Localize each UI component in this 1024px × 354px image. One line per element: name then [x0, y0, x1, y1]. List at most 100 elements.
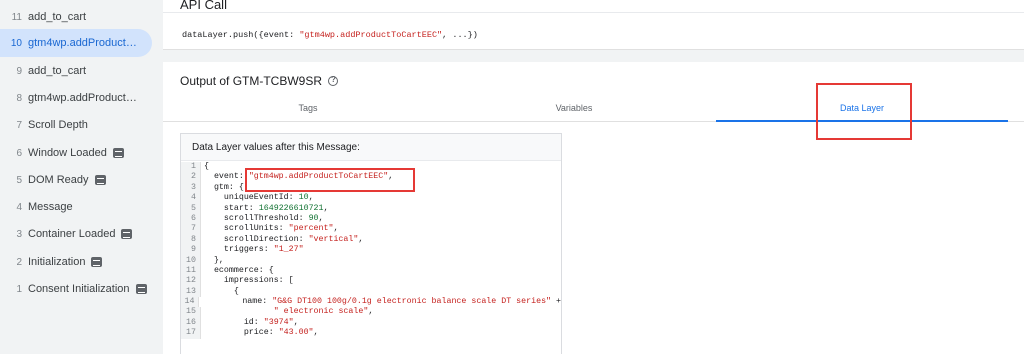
- line-content: name: "G&G DT100 100g/0.1g electronic ba…: [199, 297, 561, 307]
- gtm-tag-icon: [121, 229, 133, 239]
- api-call-code: dataLayer.push({event: "gtm4wp.addProduc…: [182, 30, 478, 40]
- code-token: ,: [293, 317, 299, 327]
- api-call-title: API Call: [180, 0, 227, 12]
- event-label: gtm4wp.addProductTo...: [28, 37, 140, 49]
- line-content: ecommerce: {: [201, 266, 274, 276]
- sidebar-item-event[interactable]: 5 DOM Ready: [0, 166, 152, 194]
- event-number: 3: [16, 228, 22, 240]
- code-token: },: [204, 255, 224, 265]
- line-number: 15: [181, 307, 201, 318]
- code-token: 1649226610721: [258, 203, 324, 213]
- code-token: "43.00": [278, 328, 314, 338]
- event-number: 4: [16, 201, 22, 213]
- data-layer-tab-highlight-box: [816, 83, 912, 140]
- api-call-card: API Call dataLayer.push({event: "gtm4wp.…: [163, 0, 1024, 50]
- code-token: ,: [308, 193, 314, 203]
- event-number: 9: [16, 65, 22, 77]
- event-label: Message: [28, 201, 73, 213]
- line-number: 16: [181, 317, 201, 329]
- line-content: {: [201, 162, 209, 172]
- code-token: "vertical": [308, 234, 359, 244]
- code-token: uniqueEventId:: [204, 193, 299, 203]
- event-number: 8: [16, 92, 22, 104]
- gtm-tag-icon: [91, 257, 103, 267]
- code-token: ,: [358, 234, 364, 244]
- line-number: 6: [181, 213, 201, 225]
- code-line: 4 uniqueEventId: 10,: [181, 193, 561, 204]
- line-content: triggers: "1_27": [201, 245, 304, 255]
- line-number: 1: [181, 162, 201, 173]
- output-card: Output of GTM-TCBW9SR Tags Variables Dat…: [163, 62, 1024, 354]
- code-token: ,: [313, 328, 319, 338]
- sidebar-item-event[interactable]: 9 add_to_cart: [0, 57, 152, 85]
- api-code-event-string: "gtm4wp.addProductToCartEEC": [299, 30, 443, 40]
- output-title-text: Output of GTM-TCBW9SR: [180, 74, 323, 88]
- line-content: uniqueEventId: 10,: [201, 193, 314, 203]
- gtm-tag-icon: [112, 148, 124, 158]
- code-line: 6 scrollThreshold: 90,: [181, 213, 561, 225]
- code-token: event:: [204, 172, 249, 182]
- line-content: impressions: [: [201, 276, 294, 286]
- code-line: 8 scrollDirection: "vertical",: [181, 234, 561, 246]
- sidebar-item-event[interactable]: 7 Scroll Depth: [0, 111, 152, 139]
- sidebar-item-event[interactable]: 2 Initialization: [0, 248, 152, 276]
- event-label: Consent Initialization: [28, 283, 130, 295]
- event-label: Scroll Depth: [28, 119, 88, 131]
- code-token: ecommerce: {: [204, 265, 274, 275]
- sidebar-item-event[interactable]: 1 Consent Initialization: [0, 275, 152, 303]
- code-token: name:: [202, 297, 273, 307]
- code-token: "1_27": [273, 245, 304, 255]
- event-label: Container Loaded: [28, 228, 116, 240]
- sidebar-item-event[interactable]: 8 gtm4wp.addProductTo...: [0, 84, 152, 112]
- code-token: scrollDirection:: [204, 234, 309, 244]
- sidebar-item-event[interactable]: 4 Message: [0, 193, 152, 221]
- code-token: 10: [298, 193, 309, 203]
- code-line: 17 price: "43.00",: [181, 328, 561, 339]
- tab-tags[interactable]: Tags: [163, 94, 453, 122]
- line-content: scrollThreshold: 90,: [201, 214, 324, 224]
- output-title: Output of GTM-TCBW9SR: [180, 74, 339, 88]
- event-label: add_to_cart: [28, 11, 87, 23]
- line-number: 4: [181, 193, 201, 204]
- event-value-highlight-box: [245, 168, 415, 192]
- main-panel: API Call dataLayer.push({event: "gtm4wp.…: [160, 0, 1024, 354]
- line-number: 11: [181, 265, 201, 277]
- line-number: 12: [181, 276, 201, 287]
- sidebar-item-event[interactable]: 11 add_to_cart: [0, 3, 152, 31]
- sidebar-item-event[interactable]: 6 Window Loaded: [0, 139, 152, 167]
- code-line: 14 name: "G&G DT100 100g/0.1g electronic…: [181, 297, 561, 308]
- line-number: 14: [181, 297, 200, 308]
- tab-variables[interactable]: Variables: [429, 94, 719, 122]
- code-line: 9 triggers: "1_27": [181, 245, 561, 256]
- code-token: "3974": [263, 317, 294, 327]
- event-number: 5: [16, 174, 22, 186]
- sidebar-item-event[interactable]: 10 gtm4wp.addProductTo...: [0, 29, 152, 57]
- event-number: 10: [10, 37, 22, 49]
- line-number: 8: [181, 234, 201, 246]
- event-number: 6: [16, 147, 22, 159]
- line-content: {: [201, 287, 239, 297]
- sidebar-item-event[interactable]: 3 Container Loaded: [0, 220, 152, 248]
- divider: [163, 12, 1024, 13]
- help-icon[interactable]: [328, 75, 339, 86]
- code-token: {: [204, 286, 239, 296]
- line-content: id: "3974",: [201, 318, 299, 328]
- line-number: 10: [181, 255, 201, 266]
- code-token: gtm: {: [204, 182, 244, 192]
- event-label: DOM Ready: [28, 174, 89, 186]
- event-number: 2: [16, 256, 22, 268]
- event-label: Window Loaded: [28, 147, 107, 159]
- gtm-tag-icon: [135, 284, 147, 294]
- line-number: 7: [181, 224, 201, 235]
- code-line: 13 {: [181, 286, 561, 298]
- data-layer-heading: Data Layer values after this Message:: [181, 134, 561, 161]
- event-label: Initialization: [28, 256, 86, 268]
- api-code-suffix: , ...}): [442, 30, 478, 40]
- code-token: ,: [368, 307, 374, 317]
- code-line: 16 id: "3974",: [181, 317, 561, 329]
- code-token: scrollUnits:: [204, 224, 289, 234]
- line-number: 5: [181, 203, 201, 214]
- code-line: 5 start: 1649226610721,: [181, 203, 561, 214]
- line-content: start: 1649226610721,: [201, 204, 329, 214]
